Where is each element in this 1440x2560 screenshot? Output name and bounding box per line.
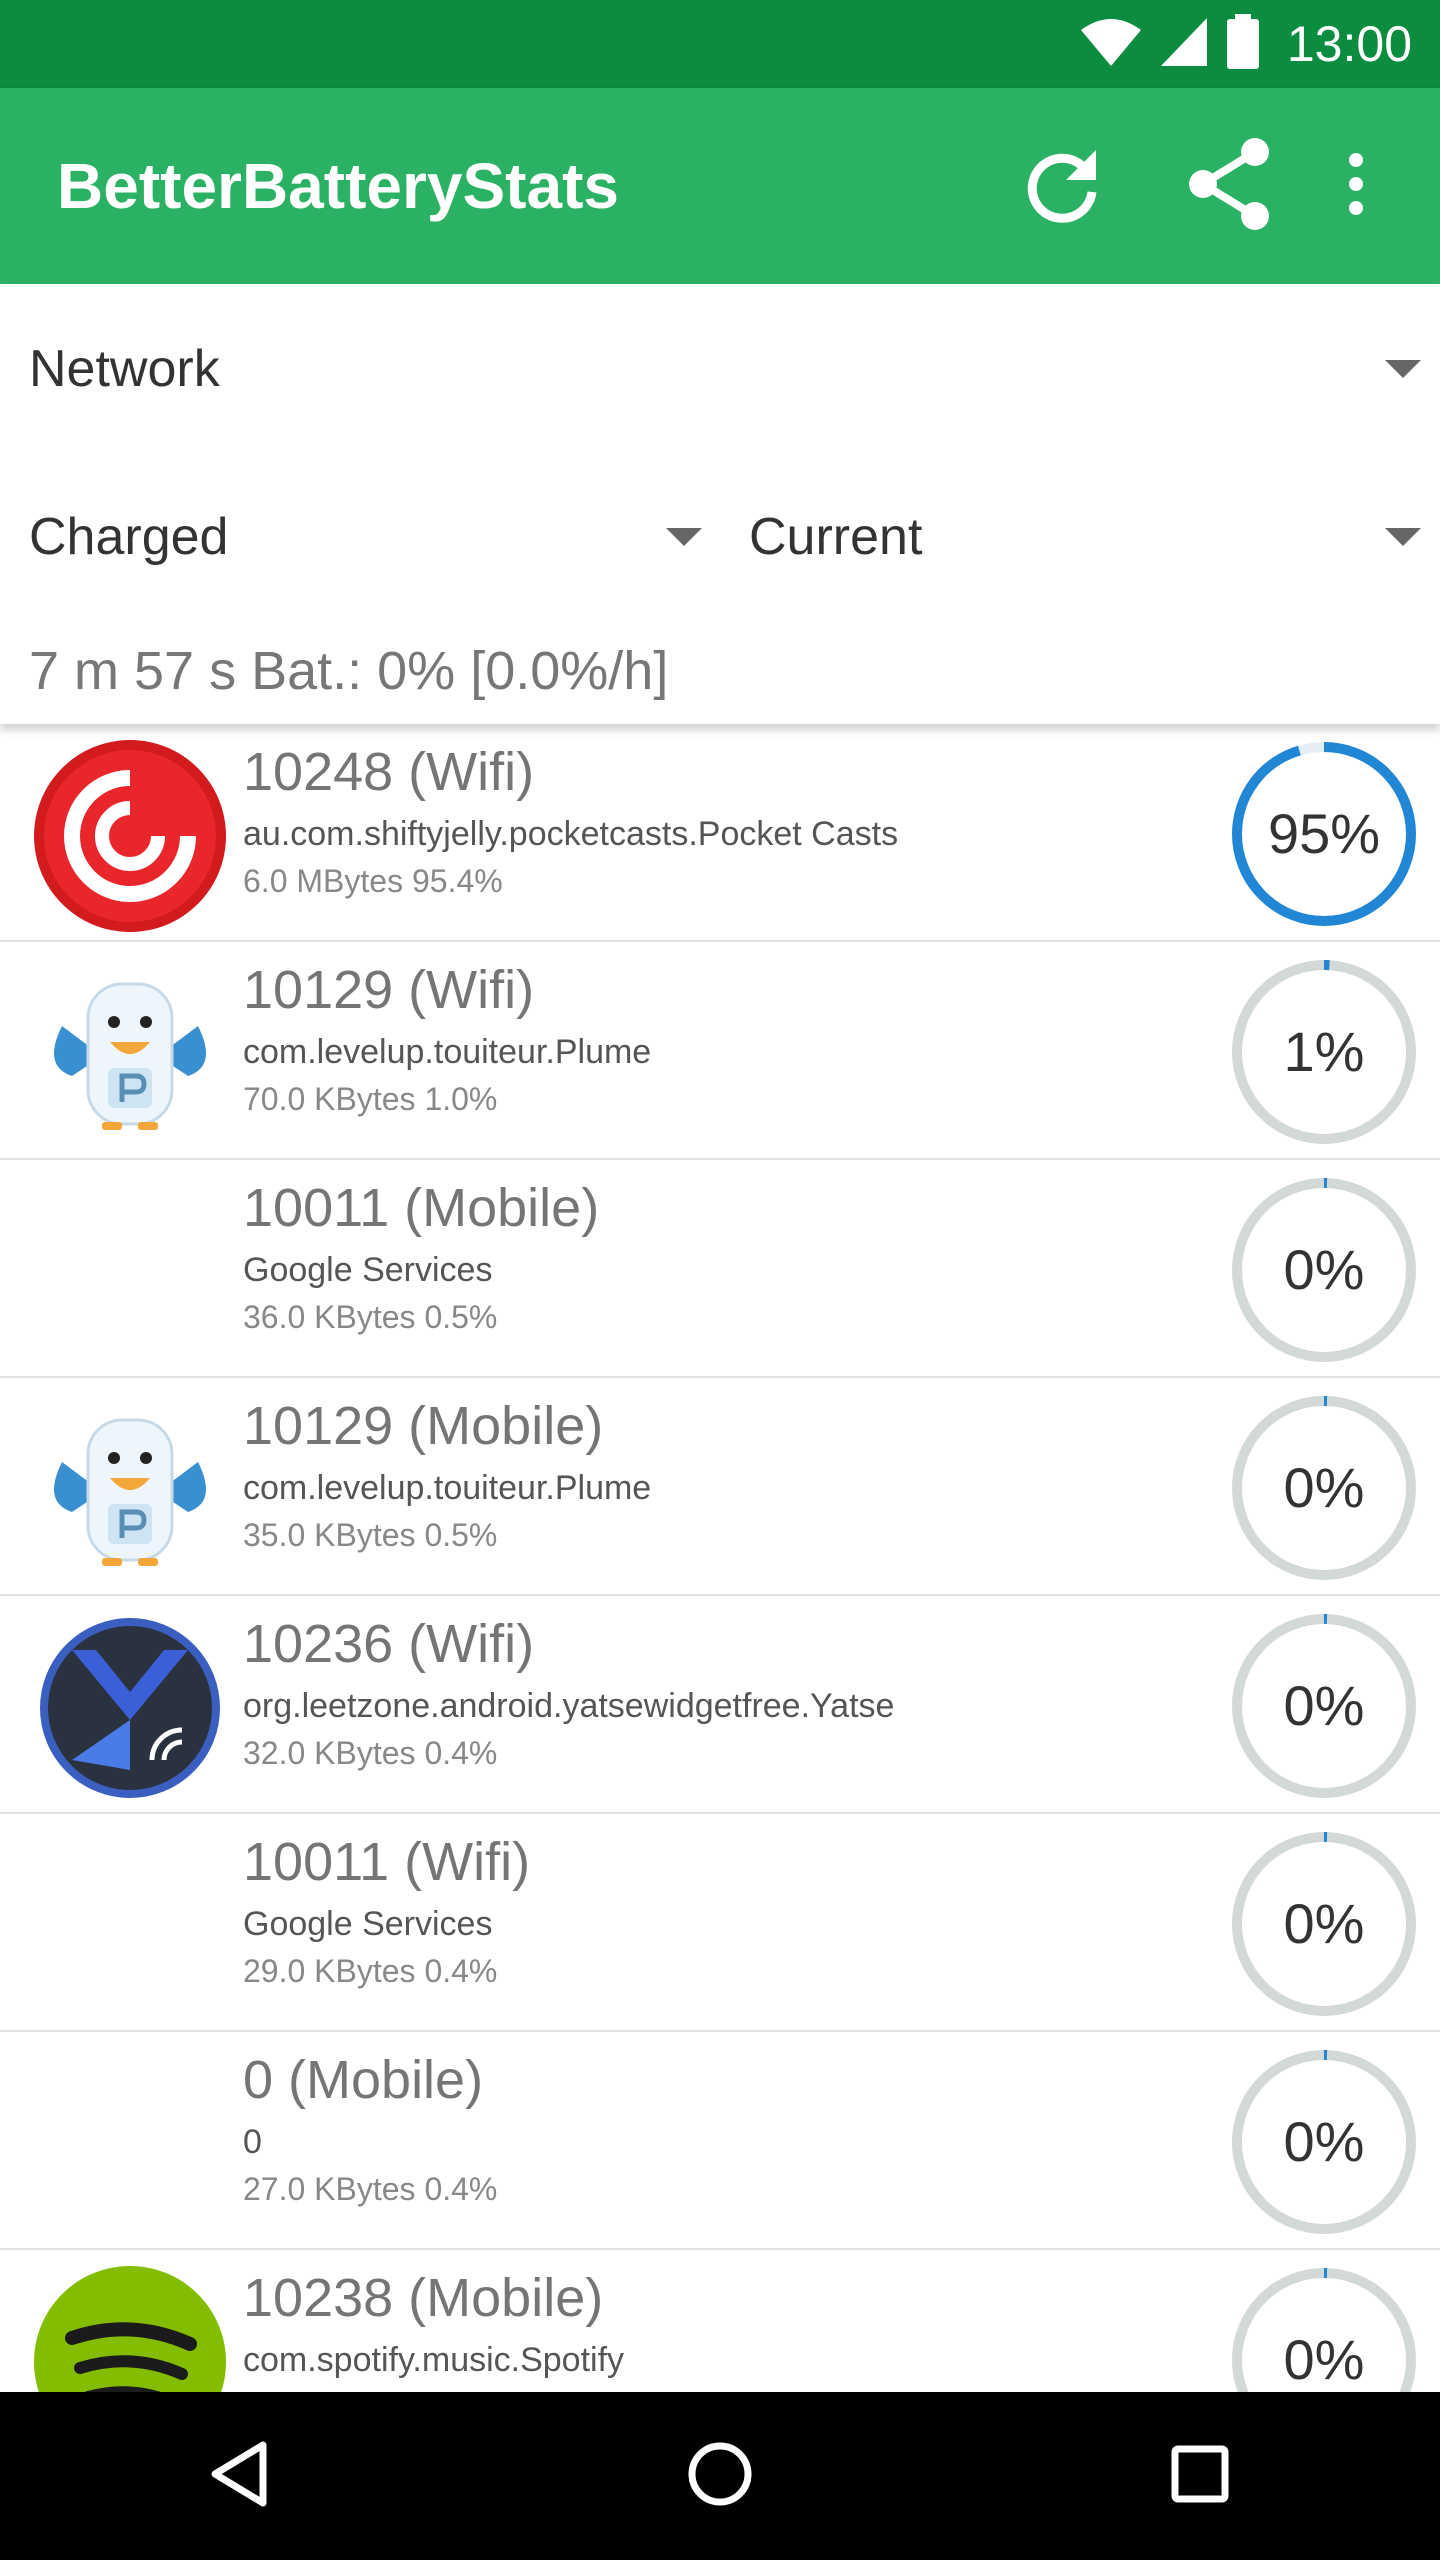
list-item-detail: 27.0 KBytes 0.4% [243, 2171, 498, 2207]
list-item-title: 10248 (Wifi) [243, 742, 535, 802]
overflow-menu-button[interactable] [1306, 136, 1406, 236]
list-item-package: org.leetzone.android.yatsewidgetfree.Yat… [243, 1687, 895, 1725]
list-item[interactable]: 10248 (Wifi) au.com.shiftyjelly.pocketcas… [0, 724, 1440, 942]
list-item-package: Google Services [243, 1251, 493, 1289]
gauge-percent-label: 0% [1283, 2328, 1365, 2391]
list-item-title: 10011 (Wifi) [243, 1832, 531, 1892]
list-item-package: 0 [243, 2123, 262, 2161]
list-item-package: com.levelup.touiteur.Plume [243, 1469, 652, 1507]
gauge-percent-label: 0% [1283, 1456, 1365, 1519]
chevron-down-icon [1385, 360, 1421, 378]
gauge-percent-label: 0% [1283, 1238, 1365, 1301]
usage-gauge: 1% [1228, 956, 1420, 1148]
back-button[interactable] [160, 2416, 320, 2536]
list-item-title: 10129 (Mobile) [243, 1396, 604, 1456]
yatse-icon [32, 1610, 228, 1806]
usage-gauge: 0% [1228, 1610, 1420, 1802]
list-item-detail: 36.0 KBytes 0.5% [243, 1299, 498, 1335]
list-item-title: 10011 (Mobile) [243, 1178, 600, 1238]
list-item-title: 0 (Mobile) [243, 2050, 484, 2110]
usage-gauge: 0% [1228, 1828, 1420, 2020]
filter-panel: Network Charged Current 7 m 57 s Bat.: 0… [0, 284, 1440, 724]
wifi-icon [1079, 16, 1143, 73]
gauge-percent-label: 95% [1267, 802, 1381, 865]
list-item[interactable]: 10129 (Wifi) com.levelup.touiteur.Plume 70… [0, 942, 1440, 1160]
status-time: 13:00 [1286, 16, 1412, 72]
list-item-detail: 35.0 KBytes 0.5% [243, 1517, 498, 1553]
status-bar: 13:00 [0, 0, 1440, 88]
plume-icon [32, 956, 228, 1152]
reference-from-value: Charged [29, 508, 229, 566]
list-item-title: 10129 (Wifi) [243, 960, 535, 1020]
chevron-down-icon [1385, 528, 1421, 546]
list-item-title: 10236 (Wifi) [243, 1614, 535, 1674]
usage-gauge: 0% [1228, 1392, 1420, 1584]
cell-signal-icon [1159, 16, 1209, 73]
reference-to-value: Current [749, 508, 923, 566]
network-usage-list: 10248 (Wifi) au.com.shiftyjelly.pocketcas… [0, 724, 1440, 2392]
gauge-percent-label: 0% [1283, 1892, 1365, 1955]
gauge-percent-label: 1% [1283, 1020, 1365, 1083]
share-button[interactable] [1180, 136, 1280, 236]
refresh-button[interactable] [1012, 136, 1112, 236]
home-button[interactable] [640, 2416, 800, 2536]
status-icons: 13:00 [1079, 0, 1412, 88]
gauge-percent-label: 0% [1283, 2110, 1365, 2173]
usage-gauge: 0% [1228, 2264, 1420, 2392]
list-item-title: 10238 (Mobile) [243, 2268, 604, 2328]
reference-to-spinner[interactable]: Current [720, 482, 1440, 592]
list-item-detail: 70.0 KBytes 1.0% [243, 1081, 498, 1117]
reference-from-spinner[interactable]: Charged [0, 482, 720, 592]
list-item[interactable]: 0 (Mobile) 0 27.0 KBytes 0.4% 0% [0, 2032, 1440, 2250]
list-item-detail: 32.0 KBytes 0.4% [243, 1735, 498, 1771]
list-item-detail: 29.0 KBytes 0.4% [243, 1953, 498, 1989]
battery-icon [1225, 13, 1261, 75]
navigation-bar [0, 2392, 1440, 2560]
list-item-package: Google Services [243, 1905, 493, 1943]
usage-gauge: 95% [1228, 738, 1420, 930]
recents-button[interactable] [1120, 2416, 1280, 2536]
chevron-down-icon [666, 528, 702, 546]
list-item[interactable]: 10011 (Mobile) Google Services 36.0 KBytes… [0, 1160, 1440, 1378]
list-item-package: com.spotify.music.Spotify [243, 2341, 625, 2379]
stat-type-spinner[interactable]: Network [0, 314, 1440, 424]
refresh-icon [1020, 142, 1104, 231]
list-item[interactable]: 10129 (Mobile) com.levelup.touiteur.Plume… [0, 1378, 1440, 1596]
list-item-detail: 6.0 MBytes 95.4% [243, 863, 503, 899]
back-icon [205, 2439, 275, 2514]
list-item[interactable]: 10236 (Wifi) org.leetzone.android.yatsewi… [0, 1596, 1440, 1814]
spotify-icon [32, 2264, 228, 2392]
usage-gauge: 0% [1228, 1174, 1420, 1366]
share-icon [1185, 136, 1275, 237]
stat-type-value: Network [29, 340, 220, 398]
plume-icon [32, 1392, 228, 1588]
list-item[interactable]: 10011 (Wifi) Google Services 29.0 KBytes 0… [0, 1814, 1440, 2032]
list-item-package: com.levelup.touiteur.Plume [243, 1033, 652, 1071]
home-icon [685, 2439, 755, 2514]
list-item-package: au.com.shiftyjelly.pocketcasts.Pocket Ca… [243, 815, 899, 853]
app-title: BetterBatteryStats [57, 150, 619, 222]
recents-icon [1165, 2439, 1235, 2514]
app-bar: BetterBatteryStats [0, 88, 1440, 284]
overflow-menu-icon [1346, 152, 1366, 221]
stats-summary: 7 m 57 s Bat.: 0% [0.0%/h] [29, 641, 669, 701]
list-item[interactable]: 10238 (Mobile) com.spotify.music.Spotify 0… [0, 2250, 1440, 2392]
usage-gauge: 0% [1228, 2046, 1420, 2238]
pocket-casts-icon [32, 738, 228, 934]
gauge-percent-label: 0% [1283, 1674, 1365, 1737]
